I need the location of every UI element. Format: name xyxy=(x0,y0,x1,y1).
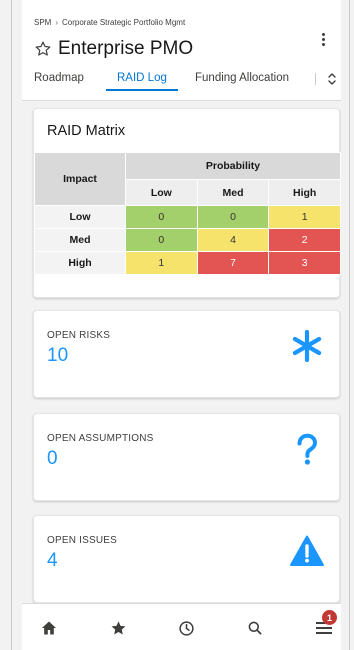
notification-badge: 1 xyxy=(322,610,337,625)
impact-header: Impact xyxy=(34,152,126,206)
question-mark-icon xyxy=(297,433,318,465)
tab-overflow-divider xyxy=(315,73,316,85)
active-tab-indicator xyxy=(106,89,178,91)
probability-header: Probability xyxy=(125,152,341,180)
left-divider xyxy=(11,0,12,650)
nav-favorites[interactable] xyxy=(106,616,130,640)
raid-matrix-card: RAID Matrix Impact Probability Low Med H… xyxy=(33,108,341,298)
column-header-med: Med xyxy=(196,179,270,206)
warning-triangle-icon xyxy=(290,535,324,566)
matrix-cell[interactable]: 2 xyxy=(268,228,341,252)
page-header: SPM › Corporate Strategic Portfolio Mgmt E… xyxy=(22,0,341,101)
matrix-cell[interactable]: 0 xyxy=(125,205,198,229)
nav-home[interactable] xyxy=(37,616,61,640)
matrix-cell[interactable]: 4 xyxy=(196,228,270,252)
open-risks-label: OPEN RISKS xyxy=(47,330,111,341)
title-row: Enterprise PMO xyxy=(34,38,193,60)
home-icon xyxy=(42,621,56,635)
right-divider xyxy=(349,0,350,650)
kebab-menu-icon[interactable] xyxy=(315,30,331,48)
tab-raid-log[interactable]: RAID Log xyxy=(117,72,167,84)
breadcrumb-separator: › xyxy=(55,18,59,27)
asterisk-icon xyxy=(292,329,322,363)
recent-clock-icon xyxy=(178,620,194,636)
column-header-high: High xyxy=(268,179,341,206)
nav-recent[interactable] xyxy=(174,616,198,640)
open-risks-card[interactable]: OPEN RISKS 10 xyxy=(33,310,340,398)
open-assumptions-value: 0 xyxy=(47,448,58,469)
favorites-star-icon xyxy=(111,620,125,634)
tab-funding-allocation[interactable]: Funding Allocation xyxy=(195,72,289,84)
matrix-cell[interactable]: 7 xyxy=(196,251,270,275)
matrix-row-high: High 1 7 3 xyxy=(34,251,341,275)
open-assumptions-card[interactable]: OPEN ASSUMPTIONS 0 xyxy=(33,413,340,501)
nav-search[interactable] xyxy=(243,616,267,640)
tab-bar: Roadmap RAID Log Funding Allocation xyxy=(22,69,341,93)
matrix-row-med: Med 0 4 2 xyxy=(34,228,341,252)
matrix-cell[interactable]: 0 xyxy=(125,228,198,252)
tab-roadmap[interactable]: Roadmap xyxy=(34,72,84,84)
open-assumptions-label: OPEN ASSUMPTIONS xyxy=(47,433,154,444)
matrix-cell[interactable]: 1 xyxy=(125,251,198,275)
bottom-nav-bar: 1 xyxy=(22,603,341,650)
page-title: Enterprise PMO xyxy=(58,38,194,59)
open-issues-label: OPEN ISSUES xyxy=(47,535,117,546)
open-issues-card[interactable]: OPEN ISSUES 4 xyxy=(33,515,340,603)
tab-scroll-chevron-icon[interactable] xyxy=(326,71,338,87)
matrix-cell[interactable]: 1 xyxy=(268,205,341,229)
column-header-low: Low xyxy=(125,179,198,206)
breadcrumb-object[interactable]: Corporate Strategic Portfolio Mgmt xyxy=(62,18,185,27)
search-icon xyxy=(248,621,262,635)
breadcrumb-app[interactable]: SPM xyxy=(34,18,51,27)
matrix-row-low: Low 0 0 1 xyxy=(34,205,341,229)
star-outline-icon[interactable] xyxy=(34,40,52,58)
breadcrumb: SPM › Corporate Strategic Portfolio Mgmt xyxy=(34,18,185,27)
row-header-high: High xyxy=(34,251,126,275)
nav-menu[interactable]: 1 xyxy=(312,610,337,640)
matrix-cell[interactable]: 3 xyxy=(268,251,341,275)
matrix-cell[interactable]: 0 xyxy=(196,205,270,229)
row-header-low: Low xyxy=(34,205,126,229)
row-header-med: Med xyxy=(34,228,126,252)
open-risks-value: 10 xyxy=(47,345,69,366)
raid-matrix-title: RAID Matrix xyxy=(47,123,126,139)
raid-matrix-table: Impact Probability Low Med High Low 0 0 … xyxy=(34,152,341,275)
open-issues-value: 4 xyxy=(47,550,58,571)
